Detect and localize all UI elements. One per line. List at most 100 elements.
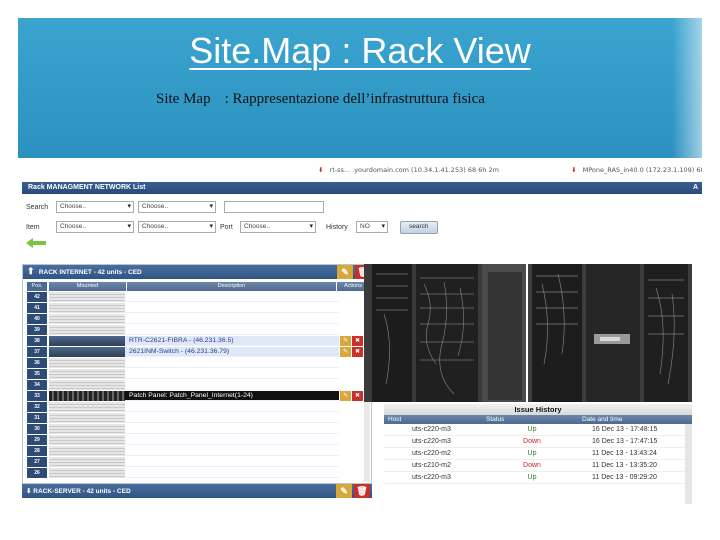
rack-device-description[interactable]: Patch Panel: Patch_Panel_Internet(1-24) [125, 390, 339, 402]
rack-device-description [125, 302, 339, 314]
issue-date: 11 Dec 13 - 09:29:20 [592, 474, 657, 481]
rack-unit-number: 42 [27, 292, 47, 303]
rack-device-description [125, 467, 339, 479]
issue-rows: uts-c220-m3 Up 16 Dec 13 - 17:48:15 uts-c22… [384, 424, 692, 484]
rack-row[interactable]: 30 [27, 423, 367, 435]
trash-icon[interactable]: ✖ [352, 335, 363, 346]
issue-row[interactable]: uts-c220-m3 Up 16 Dec 13 - 17:48:15 [384, 424, 692, 436]
issue-date: 16 Dec 13 - 17:47:15 [592, 438, 658, 445]
col-status: Status [486, 416, 505, 423]
rack-device-description [125, 456, 339, 468]
rack-device-description[interactable]: 2621INM-Switch - (46.231.36.79) [125, 346, 339, 358]
rack-panel: ⬆ RACK INTERNET - 42 units - CED ✎ 🗑 Mou… [22, 264, 373, 484]
search-select-1[interactable]: Choose.. [56, 201, 134, 213]
rack-slot [49, 467, 125, 479]
rack-row[interactable]: 33 Patch Panel: Patch_Panel_Internet(1-24… [27, 390, 367, 402]
rack-unit-number: 33 [27, 390, 47, 402]
app-screenshot: ⬇ rt-ss... .yourdomain.com (10.34.1.41.2… [18, 160, 702, 504]
rack-slot [49, 324, 125, 336]
rack-unit-number: 27 [27, 456, 47, 468]
item-select-2[interactable]: Choose.. [138, 221, 216, 233]
issue-row[interactable]: uts-c220-m3 Up 11 Dec 13 - 09:29:20 [384, 472, 692, 484]
rack-rows: 42 41 40 39 38 RTR-C2621-FIBRA - (46.231.36.5… [27, 292, 367, 479]
rack-row[interactable]: 38 RTR-C2621-FIBRA - (46.231.36.5) ✎ ✖ [27, 335, 367, 347]
issue-date: 16 Dec 13 - 17:48:15 [592, 426, 658, 433]
arrow-up-icon[interactable]: ⬆ [27, 267, 37, 276]
issue-host: uts-c220-m2 [412, 450, 451, 457]
edit-icon[interactable]: ✎ [340, 346, 351, 357]
rack-row[interactable]: 29 [27, 434, 367, 446]
issue-row[interactable]: uts-c210-m2 Down 11 Dec 13 - 13:35:20 [384, 460, 692, 472]
rack-row[interactable]: 39 [27, 324, 367, 336]
rack-row[interactable]: 28 [27, 445, 367, 457]
rack-row[interactable]: 42 [27, 292, 367, 303]
rack-unit-number: 38 [27, 335, 47, 347]
rack-unit-number: 29 [27, 434, 47, 446]
rack-slot [49, 434, 125, 446]
edit-icon[interactable]: ✎ [340, 335, 351, 346]
edit-icon[interactable]: ✎ [336, 484, 352, 498]
search-button[interactable]: search [400, 220, 438, 234]
issue-host: uts-c220-m3 [412, 438, 451, 445]
rack-slot [49, 379, 125, 391]
search-select-2[interactable]: Choose.. [138, 201, 216, 213]
rack-device-description [125, 412, 339, 424]
rack-device-description [125, 423, 339, 435]
arrow-down-icon[interactable]: ⬇ [26, 488, 31, 495]
issue-row[interactable]: uts-c220-m2 Up 11 Dec 13 - 13:43:24 [384, 448, 692, 460]
top-link-1[interactable]: rt-ss... .yourdomain.com (10.34.1.41.253… [330, 166, 499, 174]
issue-status: Down [523, 438, 541, 445]
rack-device-description[interactable]: RTR-C2621-FIBRA - (46.231.36.5) [125, 335, 339, 347]
issue-host: uts-c220-m3 [412, 474, 451, 481]
rack-unit-number: 31 [27, 412, 47, 424]
issue-host: uts-c210-m2 [412, 462, 451, 469]
item-label: Item [26, 223, 40, 231]
issue-status: Up [527, 426, 537, 433]
rack-unit-number: 37 [27, 346, 47, 358]
rack-row[interactable]: 31 [27, 412, 367, 424]
issue-scrollbar[interactable] [685, 424, 692, 504]
rack-unit-number: 39 [27, 324, 47, 336]
rack-device-description [125, 313, 339, 325]
issue-host: uts-c220-m3 [412, 426, 451, 433]
issue-status: Down [523, 462, 541, 469]
search-input[interactable] [224, 201, 324, 213]
rack-slot [49, 368, 125, 380]
rack-row[interactable]: 26 [27, 467, 367, 479]
rack-slot [49, 401, 125, 413]
issue-history-title: Issue History [384, 404, 692, 415]
port-label: Port [220, 223, 233, 231]
rack-device-description [125, 401, 339, 413]
trash-icon[interactable]: ✖ [352, 390, 363, 401]
trash-icon[interactable]: ✖ [352, 346, 363, 357]
rack-row[interactable]: 40 [27, 313, 367, 325]
rack-list-titlebar: Rack MANAGMENT NETWORK List A [22, 182, 702, 194]
edit-icon[interactable]: ✎ [340, 390, 351, 401]
rack-row[interactable]: 35 [27, 368, 367, 380]
edit-icon[interactable]: ✎ [337, 265, 353, 279]
rack-row[interactable]: 41 [27, 302, 367, 314]
rack-row[interactable]: 34 [27, 379, 367, 391]
history-select[interactable]: NO [356, 221, 388, 233]
rack-photo-2 [528, 264, 692, 402]
col-pos: Pos. [27, 282, 47, 291]
rack-row[interactable]: 36 [27, 357, 367, 369]
back-arrow-icon[interactable] [26, 238, 46, 248]
port-select[interactable]: Choose.. [240, 221, 316, 233]
trash-icon[interactable]: 🗑 [354, 484, 370, 498]
rack-row[interactable]: 27 [27, 456, 367, 468]
rack-slot [49, 292, 125, 303]
rack-unit-number: 41 [27, 302, 47, 314]
issue-row[interactable]: uts-c220-m3 Down 16 Dec 13 - 17:47:15 [384, 436, 692, 448]
rack-device-description [125, 357, 339, 369]
top-link-2[interactable]: MPone_RAS_in40.0 (172.23.1.109) 68 6h 2m [583, 166, 702, 174]
subtitle-right: : Rappresentazione dell’infrastruttura f… [224, 91, 485, 107]
search-label: Search [26, 203, 49, 211]
rack-row[interactable]: 32 [27, 401, 367, 413]
slide-title: Site.Map : Rack View [189, 30, 531, 71]
rack-unit-number: 28 [27, 445, 47, 457]
rack-slot [49, 335, 125, 347]
rack-header: ⬆ RACK INTERNET - 42 units - CED ✎ 🗑 [23, 265, 373, 279]
rack-row[interactable]: 37 2621INM-Switch - (46.231.36.79) ✎ ✖ [27, 346, 367, 358]
item-select-1[interactable]: Choose.. [56, 221, 134, 233]
